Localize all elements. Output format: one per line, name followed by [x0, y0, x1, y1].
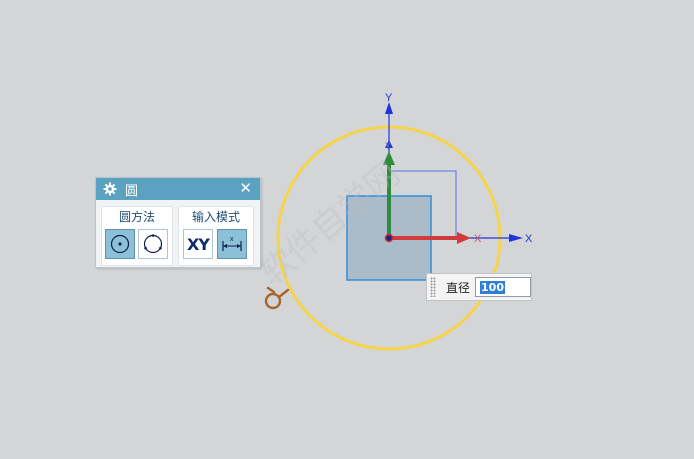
drag-handle-icon[interactable] [430, 277, 436, 297]
gear-icon[interactable] [103, 182, 117, 196]
wcs-y-label: Y [385, 92, 393, 104]
csys-y-label: Y [385, 141, 391, 151]
csys-x-label: X [474, 233, 482, 245]
input-mode-group: 输入模式 XY x [178, 206, 254, 266]
dialog-title: 圆 [125, 183, 139, 199]
center-circle-icon [110, 234, 130, 254]
parameter-dimension-icon: x [222, 236, 242, 251]
parameter-marker: x [230, 236, 234, 243]
close-icon[interactable]: ✕ [239, 181, 252, 196]
diameter-value: 100 [480, 280, 505, 294]
parameter-mode-button[interactable]: x [217, 229, 247, 259]
dialog-titlebar[interactable]: 圆 ✕ [96, 178, 260, 200]
diameter-label: 直径 [446, 280, 471, 295]
circle-dialog: 圆 ✕ 圆方法 输入模式 XY x [95, 177, 261, 268]
three-point-method-button[interactable] [138, 229, 168, 259]
three-point-circle-icon [143, 234, 163, 254]
origin-point[interactable] [384, 233, 394, 243]
diameter-input-box: 直径 100 [426, 273, 532, 301]
center-point-method-button[interactable] [105, 229, 135, 259]
wcs-x-label: X [525, 233, 533, 245]
circle-method-label: 圆方法 [118, 210, 155, 224]
input-mode-label: 输入模式 [191, 210, 240, 224]
wcs-x-arrowhead [509, 234, 523, 242]
diameter-input[interactable]: 100 [475, 277, 531, 297]
xy-mode-button[interactable]: XY [183, 229, 213, 259]
csys-x-arrowhead [457, 232, 471, 244]
circle-method-group: 圆方法 [101, 206, 173, 266]
